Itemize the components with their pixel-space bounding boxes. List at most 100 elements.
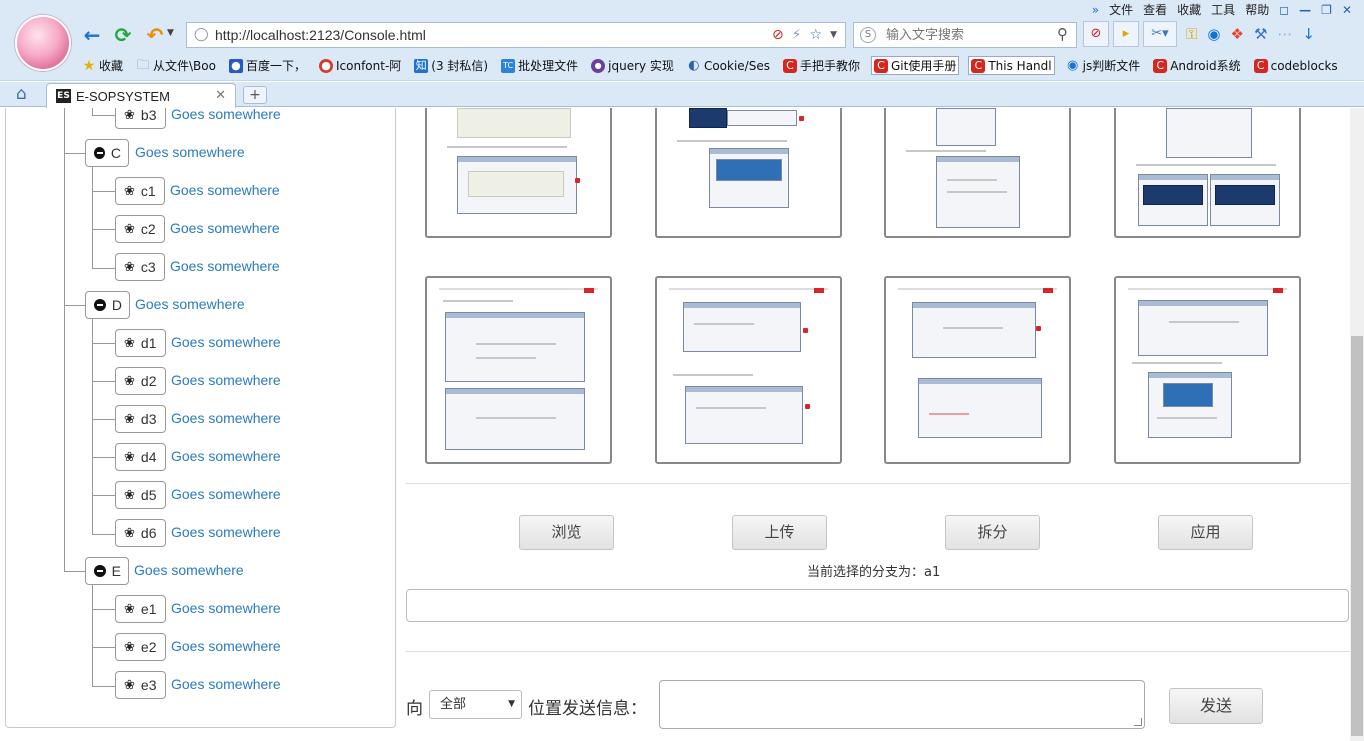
- node-link[interactable]: Goes somewhere: [170, 182, 280, 198]
- search-input[interactable]: [886, 26, 1036, 44]
- scissors-icon[interactable]: ✂▾: [1143, 21, 1177, 47]
- adblock-icon[interactable]: ⊘: [772, 26, 784, 44]
- more-icon[interactable]: ⋯: [1277, 23, 1292, 45]
- node-link[interactable]: Goes somewhere: [171, 372, 281, 388]
- content-area: 浏览 上传 拆分 应用 当前选择的分支为：a1 向 全部 ▼ 位置发送信息： 发…: [397, 108, 1350, 741]
- search-icon[interactable]: ⚲: [1057, 25, 1068, 43]
- send-button[interactable]: 发送: [1169, 688, 1263, 724]
- split-button[interactable]: 拆分: [945, 515, 1040, 550]
- sop-page-thumbnail[interactable]: [655, 108, 842, 238]
- menu-overflow[interactable]: »: [1092, 2, 1099, 18]
- search-extension-icon[interactable]: ◉: [1207, 23, 1220, 45]
- node-link[interactable]: Goes somewhere: [134, 562, 244, 578]
- bookmark-baidu[interactable]: ● 百度一下，: [227, 56, 308, 75]
- restore-icon[interactable]: ❐: [1321, 2, 1332, 18]
- chevron-down-icon[interactable]: ▼: [830, 26, 837, 44]
- sop-page-thumbnail[interactable]: [425, 108, 612, 238]
- close-icon[interactable]: ✕: [215, 88, 226, 103]
- node-link[interactable]: Goes somewhere: [170, 220, 280, 236]
- scrollbar-thumb[interactable]: [1351, 336, 1363, 736]
- apply-button[interactable]: 应用: [1158, 515, 1253, 550]
- bookmark-zhihu[interactable]: 知 (3 封私信): [412, 56, 490, 75]
- address-bar[interactable]: ◯ http://localhost:2123/Console.html ⊘ ⚡…: [186, 22, 846, 48]
- chevron-down-icon: ▼: [508, 699, 515, 709]
- sop-page-thumbnail[interactable]: [1114, 276, 1301, 464]
- divider: [406, 483, 1350, 484]
- node-link[interactable]: Goes somewhere: [171, 410, 281, 426]
- wrench-icon[interactable]: ⚒: [1254, 23, 1267, 45]
- bookmark-handler[interactable]: C This Handl: [968, 56, 1055, 75]
- bookmark-codeblocks[interactable]: Ccodeblocks: [1252, 56, 1340, 75]
- menu-view[interactable]: 查看: [1143, 2, 1167, 18]
- skin-icon[interactable]: ◻: [1279, 2, 1289, 18]
- node-link[interactable]: Goes somewhere: [171, 676, 281, 692]
- search-box[interactable]: S ⚲: [853, 22, 1077, 48]
- bookmark-folder[interactable]: 🗀︎ 从文件\Boo: [134, 56, 218, 75]
- browse-button[interactable]: 浏览: [519, 515, 614, 550]
- node-link[interactable]: Goes somewhere: [171, 448, 281, 464]
- sop-page-thumbnail[interactable]: [884, 276, 1071, 464]
- new-tab-button[interactable]: +: [243, 86, 267, 104]
- leaf-icon: ❀: [124, 601, 135, 616]
- menu-favorites[interactable]: 收藏: [1177, 2, 1201, 18]
- address-url[interactable]: http://localhost:2123/Console.html: [215, 27, 426, 43]
- download-icon[interactable]: ↓: [1302, 23, 1315, 45]
- bookmark-js[interactable]: ◉ js判断文件: [1064, 56, 1143, 75]
- bookmark-tutorial[interactable]: C 手把手教你: [781, 56, 862, 75]
- search-engine-icon[interactable]: S: [860, 27, 876, 43]
- tree-connector: [64, 108, 65, 571]
- chevron-down-icon[interactable]: ▼: [167, 28, 174, 38]
- translate-icon[interactable]: ❖: [1231, 23, 1244, 45]
- back-arrow-icon[interactable]: ←: [80, 23, 104, 47]
- browser-toolbar: ← ⟳ ↶ ▼ ◯ http://localhost:2123/Console.…: [0, 0, 1364, 81]
- menu-file[interactable]: 文件: [1109, 2, 1133, 18]
- key-icon[interactable]: ⚿: [1186, 23, 1197, 45]
- collapse-icon[interactable]: [94, 565, 106, 577]
- adblock-toolbar-icon[interactable]: ⊘: [1083, 21, 1109, 47]
- menu-tools[interactable]: 工具: [1211, 2, 1235, 18]
- sop-page-thumbnail[interactable]: [655, 276, 842, 464]
- undo-icon[interactable]: ↶: [143, 23, 167, 47]
- bookmark-git[interactable]: C Git使用手册: [870, 56, 960, 75]
- leaf-icon: ❀: [124, 259, 135, 274]
- tab-esopsystem[interactable]: ES E-SOPSYSTEM ✕: [46, 83, 236, 108]
- bookmark-jquery[interactable]: ● jquery 实现: [589, 56, 676, 75]
- node-link[interactable]: Goes somewhere: [135, 144, 245, 160]
- node-link[interactable]: Goes somewhere: [171, 600, 281, 616]
- message-textarea[interactable]: [659, 680, 1145, 729]
- bookmark-batch[interactable]: TC 批处理文件: [499, 56, 580, 75]
- jquery-icon: ●: [591, 58, 606, 73]
- node-link[interactable]: Goes somewhere: [171, 108, 281, 122]
- minimize-icon[interactable]: —: [1299, 2, 1311, 18]
- target-select[interactable]: 全部 ▼: [429, 690, 522, 719]
- collapse-icon[interactable]: [94, 147, 105, 159]
- node-link[interactable]: Goes somewhere: [171, 638, 281, 654]
- leaf-icon: ❀: [124, 411, 135, 426]
- page-scrollbar[interactable]: [1350, 108, 1364, 741]
- bookmark-android[interactable]: C Android系统: [1151, 56, 1242, 75]
- sop-page-thumbnail[interactable]: [425, 276, 612, 464]
- node-link[interactable]: Goes somewhere: [171, 334, 281, 350]
- bookmark-favorites[interactable]: ★ 收藏: [80, 56, 125, 75]
- node-link[interactable]: Goes somewhere: [170, 258, 280, 274]
- bookmark-iconfont[interactable]: ● Iconfont-阿: [317, 56, 403, 75]
- collapse-icon[interactable]: [94, 299, 106, 311]
- home-icon[interactable]: ⌂: [16, 84, 27, 104]
- menu-help[interactable]: 帮助: [1245, 2, 1269, 18]
- upload-button[interactable]: 上传: [732, 515, 827, 550]
- sop-page-thumbnail[interactable]: [1114, 108, 1301, 238]
- bookmark-cookie[interactable]: ◐ Cookie/Ses: [685, 56, 772, 75]
- branch-input[interactable]: [406, 589, 1349, 622]
- cookie-icon: ◐: [688, 57, 700, 73]
- close-window-icon[interactable]: ✕: [1342, 2, 1352, 18]
- refresh-icon[interactable]: ⟳: [111, 23, 135, 47]
- node-link[interactable]: Goes somewhere: [171, 524, 281, 540]
- node-link[interactable]: Goes somewhere: [171, 486, 281, 502]
- lightning-icon[interactable]: ⚡︎: [792, 26, 802, 44]
- shield-icon: ◯: [194, 27, 209, 42]
- bookmark-export-icon[interactable]: ▸: [1113, 21, 1139, 47]
- star-icon[interactable]: ☆: [810, 26, 823, 44]
- node-link[interactable]: Goes somewhere: [135, 296, 245, 312]
- selected-branch-status: 当前选择的分支为：a1: [807, 565, 941, 580]
- sop-page-thumbnail[interactable]: [884, 108, 1071, 238]
